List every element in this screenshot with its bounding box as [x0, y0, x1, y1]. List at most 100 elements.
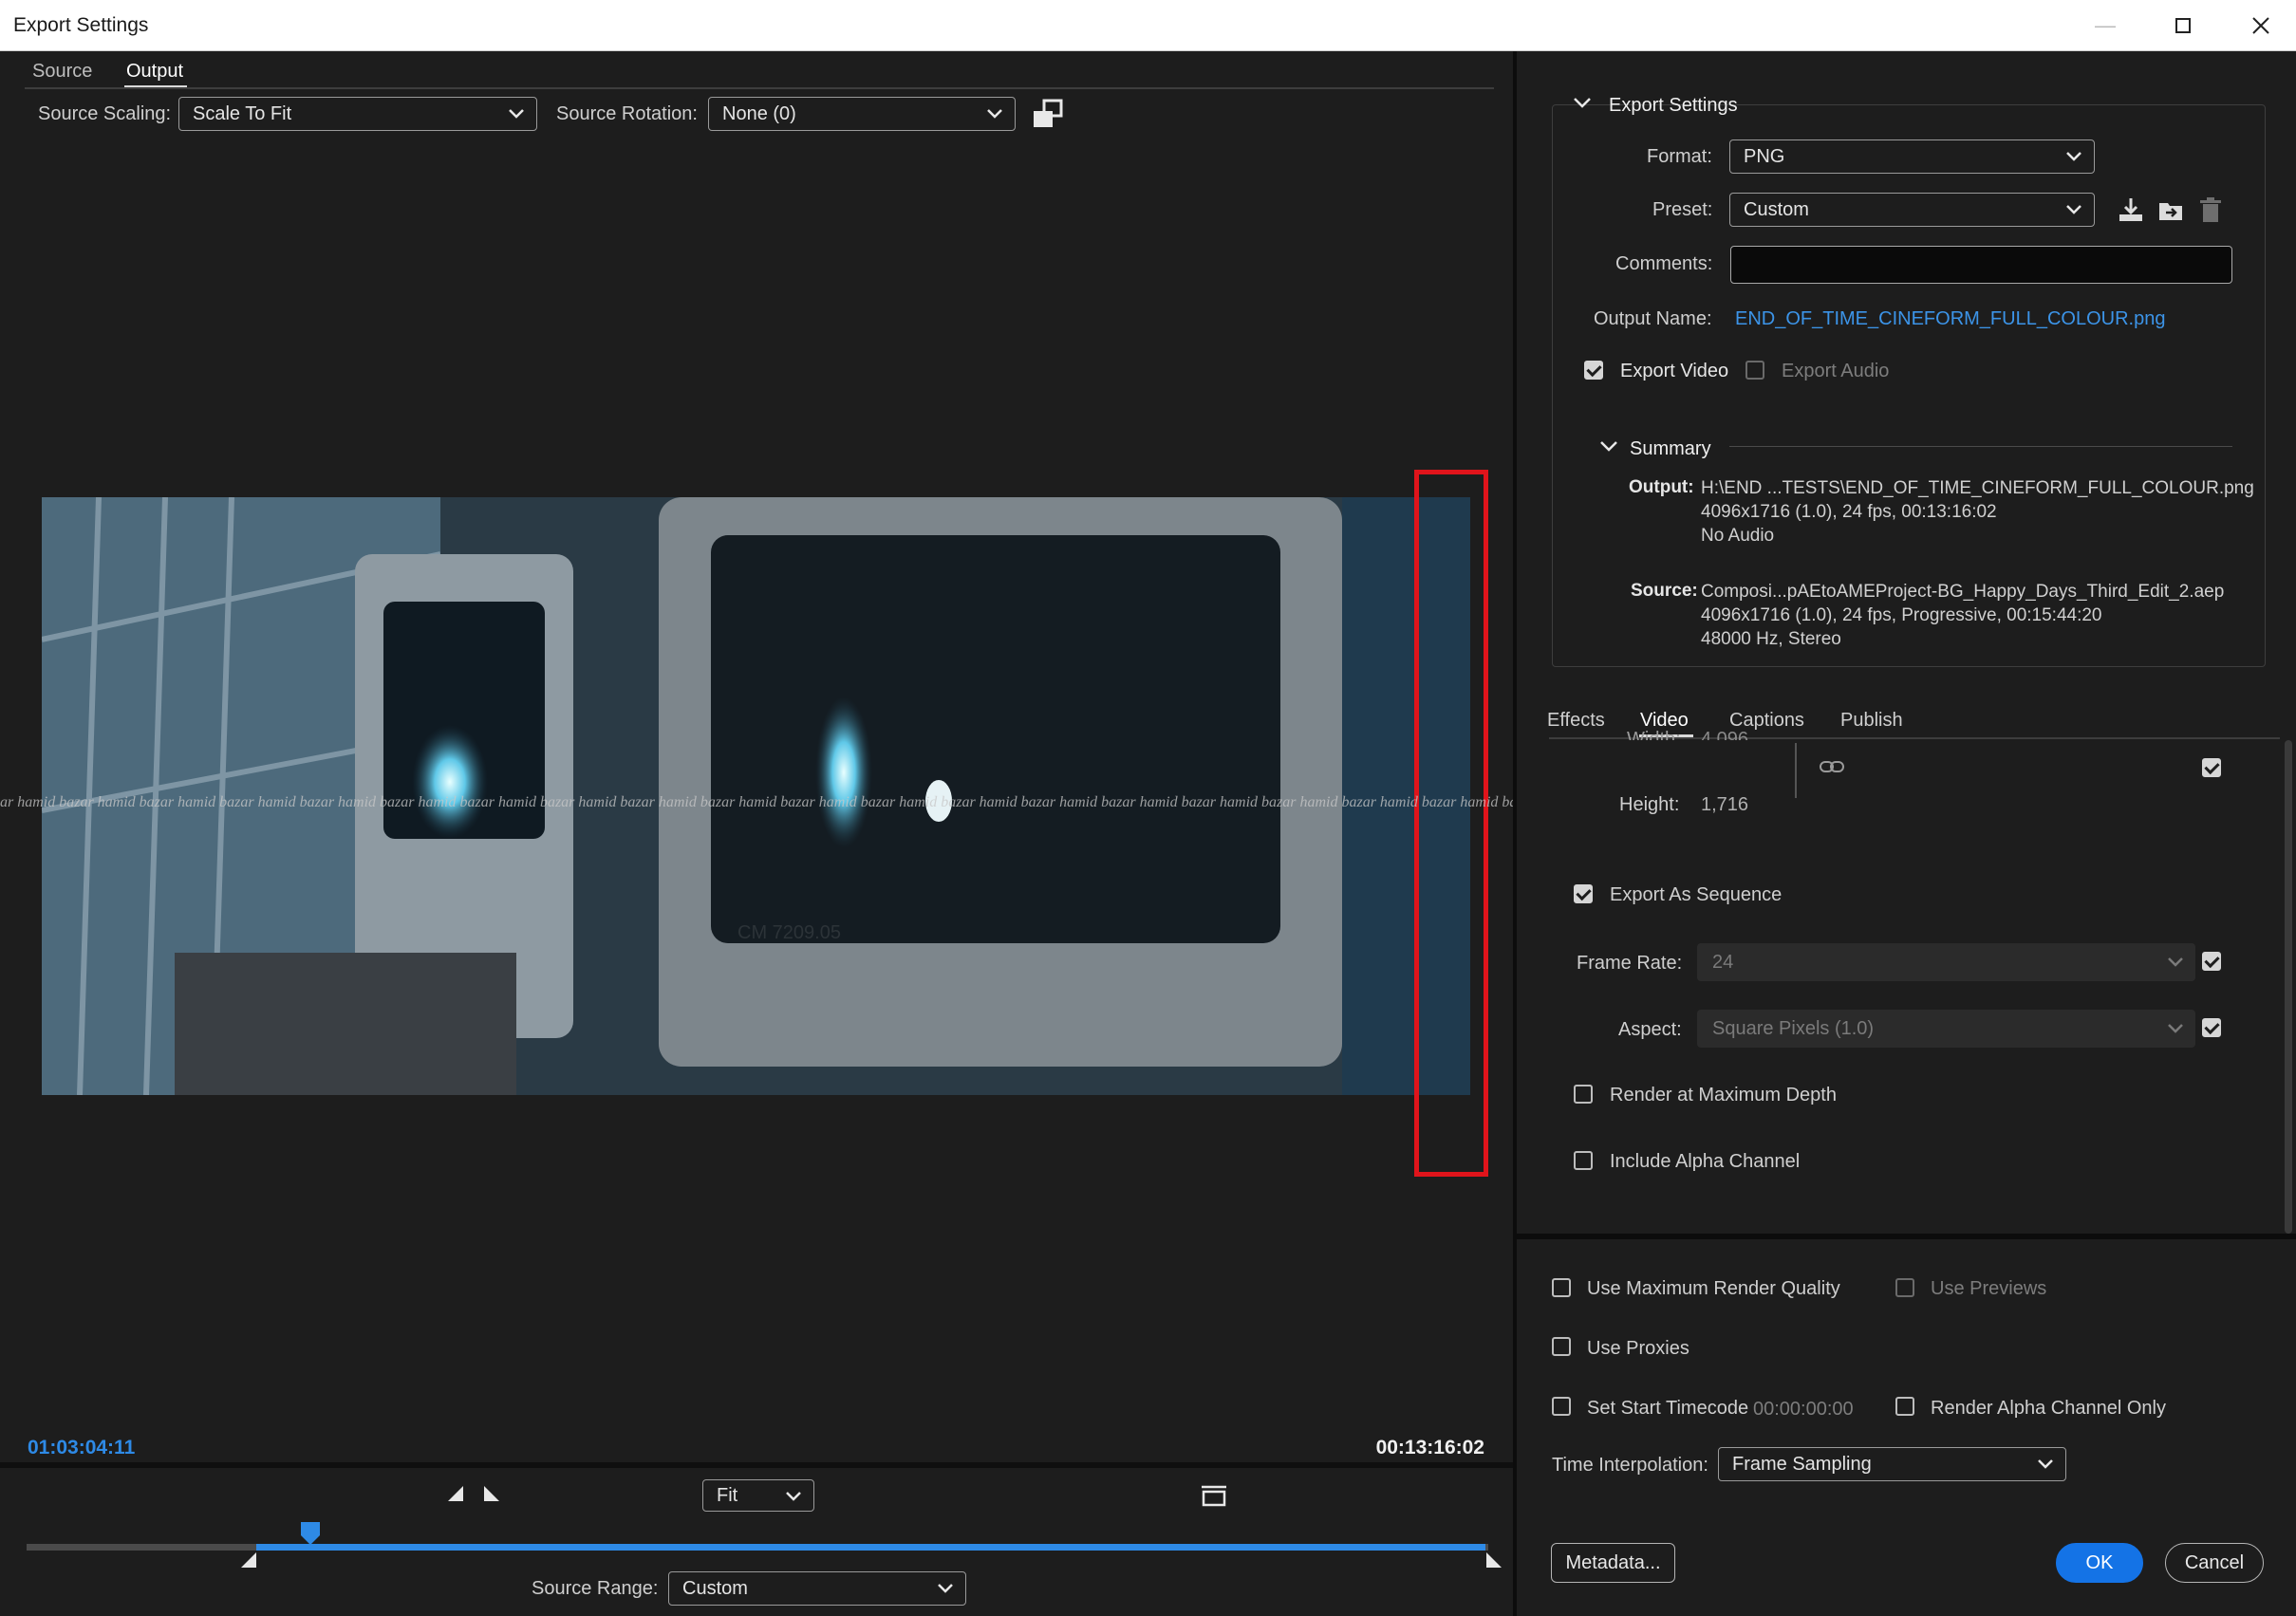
metadata-button[interactable]: Metadata... [1551, 1543, 1675, 1583]
out-point-handle-icon[interactable] [1484, 1551, 1503, 1570]
chevron-down-icon [2168, 1024, 2183, 1033]
playhead-icon[interactable] [298, 1520, 323, 1552]
use-max-render-quality-checkbox[interactable] [1552, 1278, 1571, 1297]
crop-output-icon[interactable] [1033, 99, 1063, 129]
zoom-dropdown[interactable]: Fit [702, 1479, 814, 1512]
summary-source-line: 48000 Hz, Stereo [1701, 629, 1841, 649]
format-dropdown[interactable]: PNG [1729, 139, 2095, 174]
tab-divider [25, 87, 1494, 89]
chevron-down-icon [2066, 152, 2081, 161]
chevron-down-icon [2038, 1459, 2053, 1469]
export-as-sequence-checkbox[interactable] [1574, 884, 1593, 903]
bottom-section-divider [1517, 1234, 2296, 1239]
render-max-depth-label: Render at Maximum Depth [1610, 1085, 1837, 1105]
chevron-down-icon[interactable] [1573, 96, 1592, 111]
export-as-sequence-label: Export As Sequence [1610, 884, 1783, 905]
export-video-label: Export Video [1620, 361, 1729, 381]
tab-publish[interactable]: Publish [1840, 710, 1903, 732]
frame-rate-match-checkbox[interactable] [2202, 952, 2221, 971]
summary-rule [1729, 446, 2232, 447]
summary-output-line: H:\END ...TESTS\END_OF_TIME_CINEFORM_FUL… [1701, 478, 2254, 498]
preview-label-text: CM 7209.05 [737, 922, 841, 943]
tab-effects[interactable]: Effects [1547, 710, 1605, 732]
chevron-down-icon[interactable] [1599, 439, 1618, 455]
maximize-button[interactable] [2145, 0, 2221, 51]
source-range-dropdown[interactable]: Custom [668, 1571, 966, 1606]
set-start-timecode-checkbox[interactable] [1552, 1397, 1571, 1416]
dimension-bracket [1795, 743, 1797, 798]
save-preset-icon[interactable] [2117, 195, 2145, 224]
preset-label: Preset: [1652, 199, 1713, 220]
source-range-value: Custom [682, 1578, 748, 1599]
width-label: Width: [1627, 729, 1681, 740]
highlight-box [1414, 470, 1488, 1177]
start-timecode-value[interactable]: 00:00:00:00 [1753, 1399, 1854, 1421]
summary-output-values: H:\END ...TESTS\END_OF_TIME_CINEFORM_FUL… [1701, 476, 2254, 548]
aspect-label: Aspect: [1618, 1019, 1682, 1040]
close-icon [2252, 17, 2269, 34]
export-audio-checkbox[interactable] [1745, 361, 1764, 380]
preset-dropdown[interactable]: Custom [1729, 193, 2095, 227]
output-name-link[interactable]: END_OF_TIME_CINEFORM_FULL_COLOUR.png [1735, 308, 2165, 330]
window-title: Export Settings [13, 14, 149, 36]
summary-output-line: 4096x1716 (1.0), 24 fps, 00:13:16:02 [1701, 502, 1997, 522]
chevron-down-icon [2168, 957, 2183, 967]
aspect-correction-icon[interactable] [1200, 1484, 1228, 1509]
source-range-label: Source Range: [532, 1578, 659, 1599]
in-point-handle-icon[interactable] [239, 1551, 258, 1570]
use-previews-checkbox[interactable] [1895, 1278, 1914, 1297]
ok-button[interactable]: OK [2056, 1543, 2143, 1583]
summary-source-values: Composi...pAEtoAMEProject-BG_Happy_Days_… [1701, 580, 2224, 651]
close-button[interactable] [2223, 0, 2296, 51]
zoom-value: Fit [717, 1485, 738, 1506]
settings-scrollbar[interactable] [2285, 740, 2292, 1234]
aspect-dropdown[interactable]: Square Pixels (1.0) [1697, 1010, 2195, 1048]
cancel-button[interactable]: Cancel [2165, 1543, 2264, 1583]
aspect-value: Square Pixels (1.0) [1712, 1018, 1875, 1039]
height-value[interactable]: 1,716 [1701, 794, 1748, 816]
chevron-down-icon [938, 1584, 953, 1593]
set-start-timecode-label: Set Start Timecode [1587, 1398, 1749, 1419]
export-video-checkbox[interactable] [1584, 361, 1603, 380]
summary-source-line: 4096x1716 (1.0), 24 fps, Progressive, 00… [1701, 605, 2102, 625]
width-value[interactable]: 4,096 [1701, 729, 1748, 740]
include-alpha-checkbox[interactable] [1574, 1151, 1593, 1170]
timeline-divider [0, 1462, 1513, 1468]
summary-title: Summary [1630, 438, 1711, 459]
chevron-down-icon [2066, 205, 2081, 214]
import-preset-icon[interactable] [2156, 195, 2185, 224]
time-interpolation-dropdown[interactable]: Frame Sampling [1718, 1447, 2066, 1481]
delete-preset-icon[interactable] [2196, 195, 2225, 224]
export-settings-title: Export Settings [1609, 95, 1738, 116]
source-scaling-dropdown[interactable]: Scale To Fit [178, 97, 537, 131]
source-rotation-label: Source Rotation: [556, 103, 698, 124]
chevron-down-icon [987, 109, 1002, 119]
render-max-depth-checkbox[interactable] [1574, 1085, 1593, 1104]
comments-label: Comments: [1615, 253, 1713, 274]
timeline-selected-range[interactable] [256, 1544, 1485, 1551]
source-rotation-dropdown[interactable]: None (0) [708, 97, 1016, 131]
title-bar: Export Settings — [0, 0, 2296, 51]
render-alpha-only-label: Render Alpha Channel Only [1931, 1398, 2166, 1419]
frame-rate-label: Frame Rate: [1577, 953, 1683, 974]
chevron-down-icon [786, 1492, 801, 1501]
use-max-render-quality-label: Use Maximum Render Quality [1587, 1278, 1840, 1299]
aspect-match-checkbox[interactable] [2202, 1018, 2221, 1037]
comments-field[interactable] [1730, 246, 2232, 284]
link-dimensions-icon[interactable] [1819, 759, 1845, 774]
mark-out-icon[interactable] [482, 1484, 501, 1503]
preview-panel: Source Output Source Scaling: Scale To F… [0, 51, 1513, 1616]
match-source-checkbox[interactable] [2202, 758, 2221, 777]
current-timecode[interactable]: 01:03:04:11 [28, 1437, 135, 1459]
summary-output-line: No Audio [1701, 526, 1775, 546]
tab-source[interactable]: Source [32, 61, 92, 83]
use-proxies-checkbox[interactable] [1552, 1337, 1571, 1356]
frame-rate-dropdown[interactable]: 24 [1697, 943, 2195, 981]
minimize-button[interactable]: — [2067, 0, 2143, 51]
render-alpha-only-checkbox[interactable] [1895, 1397, 1914, 1416]
mark-in-icon[interactable] [446, 1484, 465, 1503]
time-interpolation-value: Frame Sampling [1732, 1454, 1872, 1475]
tab-output[interactable]: Output [126, 61, 183, 83]
time-interpolation-label: Time Interpolation: [1552, 1455, 1708, 1476]
format-label: Format: [1647, 146, 1712, 167]
